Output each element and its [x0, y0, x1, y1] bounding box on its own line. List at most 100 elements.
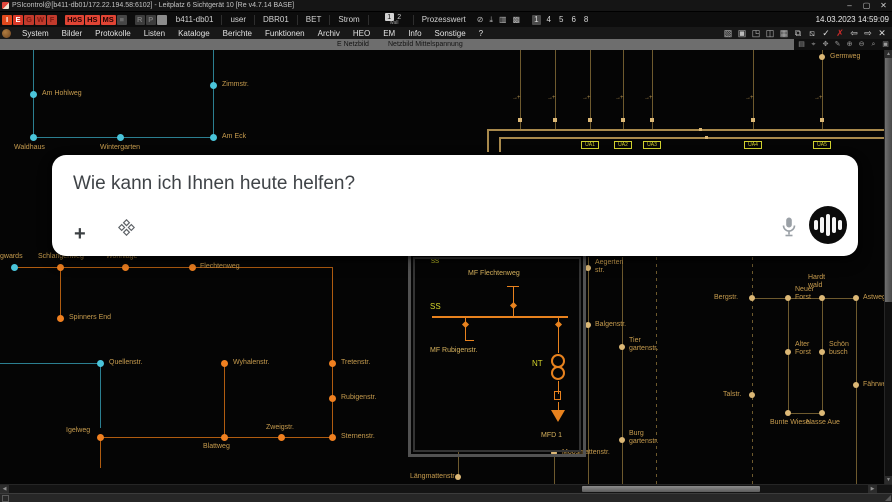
disconnector-icon[interactable]: →+	[512, 95, 520, 101]
diagram-node[interactable]	[209, 133, 217, 141]
diagram-node[interactable]	[619, 437, 625, 443]
vertical-scroll-thumb[interactable]	[885, 58, 892, 302]
page-selector[interactable]: 12 wall	[384, 13, 404, 26]
edit-icon[interactable]: ✎	[832, 39, 843, 50]
view-number-8[interactable]: 8	[582, 15, 590, 25]
diagram-node[interactable]	[121, 263, 129, 271]
minimize-button[interactable]: –	[841, 0, 858, 11]
resize-grip-icon[interactable]	[885, 495, 891, 501]
diagram-node[interactable]	[96, 433, 104, 441]
microphone-icon[interactable]	[779, 216, 799, 243]
maximize-button[interactable]: ▢	[858, 0, 875, 11]
close-view-icon[interactable]: ✕	[875, 27, 889, 39]
diagram-node[interactable]	[819, 410, 825, 416]
hide-icon[interactable]: ⊘	[477, 15, 484, 25]
diagram-node[interactable]	[328, 433, 336, 441]
diagram-node[interactable]	[56, 314, 64, 322]
forward-icon[interactable]: ⇨	[861, 27, 875, 39]
diagram-node[interactable]	[819, 349, 825, 355]
import-icon[interactable]: ⤓	[489, 15, 493, 25]
bay-label-box[interactable]: UA4	[744, 141, 762, 149]
diagram-node[interactable]	[853, 295, 859, 301]
select-icon[interactable]: ▤	[796, 39, 807, 50]
alarm-indicator-w[interactable]: W	[35, 14, 47, 25]
back-icon[interactable]: ⇦	[847, 27, 861, 39]
alarm-indicator-i[interactable]: I	[2, 14, 12, 25]
menu-em[interactable]: EM	[383, 29, 395, 38]
alarm-indicator-g[interactable]: G	[24, 14, 34, 25]
voice-mode-button[interactable]	[809, 206, 847, 244]
bay-label-box[interactable]: UA5	[813, 141, 831, 149]
diagram-node[interactable]	[785, 349, 791, 355]
diagram-node[interactable]	[749, 295, 755, 301]
overview-icon[interactable]: ▣	[880, 39, 891, 50]
tab-netzbild-mittelspannung[interactable]: Netzbild Mittelspannung	[388, 41, 463, 48]
menu-heo[interactable]: HEO	[353, 29, 370, 38]
zoom-in-icon[interactable]: ⊕	[844, 39, 855, 50]
chart-icon[interactable]: ◫	[763, 27, 777, 39]
disconnector-icon[interactable]: →+	[582, 95, 590, 101]
menu-berichte[interactable]: Berichte	[223, 29, 252, 38]
voltage-level-hös[interactable]: HöS	[65, 14, 85, 25]
menu-funktionen[interactable]: Funktionen	[265, 29, 305, 38]
checker-icon[interactable]: ▩	[513, 15, 521, 25]
menu-info[interactable]: Info	[408, 29, 421, 38]
lasso-icon[interactable]: ⌖	[808, 39, 819, 50]
menu-help[interactable]: ?	[479, 29, 483, 38]
menu-system[interactable]: System	[22, 29, 49, 38]
tag-icon[interactable]: ◳	[749, 27, 763, 39]
diagram-node[interactable]	[553, 118, 557, 122]
diagram-node[interactable]	[588, 118, 592, 122]
menu-sonstige[interactable]: Sonstige	[435, 29, 466, 38]
diagram-node[interactable]	[621, 118, 625, 122]
diagram-node[interactable]	[785, 410, 791, 416]
load-switch-icon[interactable]	[554, 391, 561, 400]
tab-e-netzbild[interactable]: E Netzbild	[337, 41, 369, 48]
menu-kataloge[interactable]: Kataloge	[178, 29, 210, 38]
diagram-node[interactable]	[29, 133, 37, 141]
horizontal-scroll-thumb[interactable]	[582, 486, 760, 492]
zoom-fit-icon[interactable]: ⌕	[868, 39, 879, 50]
diagram-node[interactable]	[819, 54, 825, 60]
alarm-indicator-f[interactable]: F	[47, 14, 58, 25]
bay-label-box[interactable]: UA2	[614, 141, 632, 149]
diagram-node[interactable]	[328, 359, 336, 367]
transformer-icon[interactable]	[551, 366, 565, 380]
horizontal-scrollbar[interactable]: ◀ ▶	[0, 484, 892, 493]
vertical-scrollbar[interactable]: ▲ ▼	[884, 50, 892, 484]
view-number-4[interactable]: 4	[545, 15, 553, 25]
alarm-indicator-e[interactable]: E	[13, 14, 23, 25]
disconnector-icon[interactable]: →+	[615, 95, 623, 101]
menu-archiv[interactable]: Archiv	[318, 29, 340, 38]
diagram-node[interactable]	[698, 127, 702, 131]
scroll-up-icon[interactable]: ▲	[885, 50, 892, 58]
diagram-node[interactable]	[704, 135, 708, 139]
copy-icon[interactable]: ⧉	[791, 27, 805, 39]
paste-icon[interactable]: ⧅	[805, 27, 819, 39]
bay-label-box[interactable]: UA1	[581, 141, 599, 149]
disconnector-icon[interactable]: →+	[745, 95, 753, 101]
disconnector-icon[interactable]: →+	[547, 95, 555, 101]
scroll-down-icon[interactable]: ▼	[885, 476, 892, 484]
menu-listen[interactable]: Listen	[144, 29, 165, 38]
diagram-node[interactable]	[751, 118, 755, 122]
close-button[interactable]: ✕	[875, 0, 892, 11]
diagram-node[interactable]	[853, 382, 859, 388]
mode-button-p[interactable]: P	[145, 14, 156, 25]
voltage-level-ms[interactable]: MS	[100, 14, 116, 25]
diagram-node[interactable]	[650, 118, 654, 122]
save-view-icon[interactable]: ▣	[735, 27, 749, 39]
confirm-icon[interactable]: ✓	[819, 27, 833, 39]
diagram-node[interactable]	[277, 433, 285, 441]
zoom-out-icon[interactable]: ⊖	[856, 39, 867, 50]
diagram-node[interactable]	[328, 394, 336, 402]
voltage-level-≡[interactable]: ≡	[116, 14, 127, 25]
scroll-left-icon[interactable]: ◀	[0, 485, 9, 493]
diagram-node[interactable]	[29, 90, 37, 98]
reject-icon[interactable]: ✗	[833, 27, 847, 39]
view-number-6[interactable]: 6	[569, 15, 577, 25]
diagram-node[interactable]	[785, 295, 791, 301]
voltage-level-hs[interactable]: HS	[85, 14, 100, 25]
pan-icon[interactable]: ✥	[820, 39, 831, 50]
apps-sparkle-icon[interactable]	[117, 218, 136, 241]
